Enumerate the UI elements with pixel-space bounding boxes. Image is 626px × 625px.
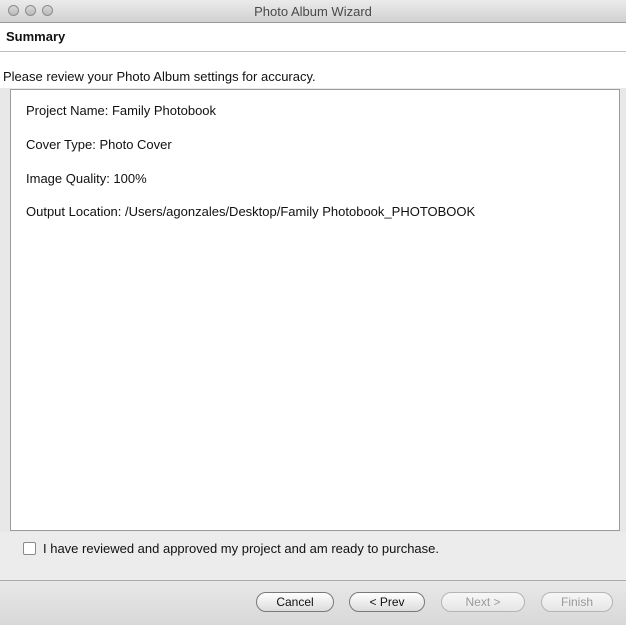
button-bar: Cancel < Prev Next > Finish	[0, 581, 626, 625]
prev-button[interactable]: < Prev	[349, 592, 425, 612]
title-bar: Photo Album Wizard	[0, 0, 626, 23]
next-button[interactable]: Next >	[441, 592, 525, 612]
step-header: Summary	[0, 23, 626, 51]
approval-checkbox[interactable]	[23, 542, 36, 555]
wizard-window: Photo Album Wizard Summary Please review…	[0, 0, 626, 625]
project-name-row: Project Name: Family Photobook	[26, 103, 217, 118]
instruction-text: Please review your Photo Album settings …	[3, 69, 316, 84]
instruction-area: Please review your Photo Album settings …	[0, 52, 626, 88]
cancel-button[interactable]: Cancel	[256, 592, 334, 612]
summary-panel: Project Name: Family Photobook Cover Typ…	[10, 89, 620, 531]
approval-label[interactable]: I have reviewed and approved my project …	[43, 541, 439, 556]
image-quality-row: Image Quality: 100%	[26, 171, 147, 186]
step-title: Summary	[6, 29, 66, 44]
output-location-row: Output Location: /Users/agonzales/Deskto…	[26, 204, 476, 219]
cover-type-row: Cover Type: Photo Cover	[26, 137, 172, 152]
finish-button[interactable]: Finish	[541, 592, 613, 612]
window-title: Photo Album Wizard	[254, 4, 372, 19]
approval-area: I have reviewed and approved my project …	[0, 532, 626, 580]
